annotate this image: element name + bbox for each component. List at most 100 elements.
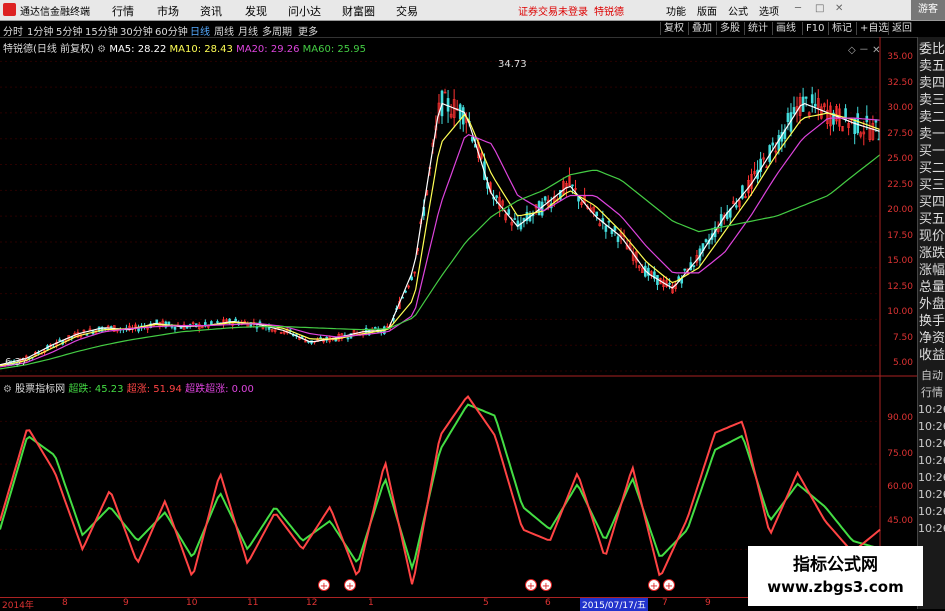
candle-body	[683, 268, 687, 271]
buy-signal-icon: +	[527, 581, 535, 592]
candle-body	[58, 339, 61, 342]
candle-body	[346, 337, 350, 340]
multi-stock-button[interactable]: 多股	[716, 22, 743, 35]
tab-period-daily[interactable]: 日线	[190, 23, 210, 38]
side-panel-item: 委比	[918, 42, 945, 57]
buy-signal-icon: +	[542, 581, 550, 592]
candle-body	[513, 218, 517, 220]
candle-body	[786, 113, 790, 122]
tab-period-more[interactable]: 更多	[298, 23, 318, 38]
candle-body	[735, 205, 738, 208]
date-tick: 11	[247, 598, 259, 608]
app-logo-icon	[3, 3, 16, 16]
candle-body	[616, 236, 620, 242]
menu-market[interactable]: 市场	[157, 3, 179, 19]
add-watchlist-button[interactable]: +自选	[856, 22, 891, 35]
candle-body	[571, 184, 574, 187]
menu-layout[interactable]: 版面	[697, 3, 717, 18]
menu-trade[interactable]: 交易	[396, 3, 418, 19]
date-tick: 12	[306, 598, 318, 608]
tab-period-weekly[interactable]: 周线	[214, 23, 234, 38]
candle-body	[137, 328, 140, 332]
current-stock: 特锐德	[594, 7, 624, 18]
price-tick: 10.00	[887, 307, 913, 317]
osc-tick: 90.00	[887, 413, 913, 423]
menu-assistant[interactable]: 问小达	[288, 3, 321, 19]
side-panel-item: 换手	[918, 314, 945, 329]
candle-body	[777, 134, 781, 151]
side-panel-item: 外盘	[918, 297, 945, 312]
candle-body	[167, 321, 171, 325]
side-panel-item: 买五	[918, 212, 945, 227]
minimize-icon[interactable]: ─	[795, 3, 801, 14]
side-panel-item: 卖一	[918, 127, 945, 142]
side-panel-item: 涨幅	[918, 263, 945, 278]
osc-tick: 75.00	[887, 449, 913, 459]
candle-body	[155, 319, 159, 324]
menu-formula[interactable]: 公式	[728, 3, 748, 18]
chart-area[interactable]: + + + + + +	[0, 37, 917, 609]
candle-body	[204, 322, 207, 326]
menu-discover[interactable]: 发现	[245, 3, 267, 19]
login-notice[interactable]: 证券交易未登录	[518, 3, 588, 18]
cursor-date-label: 2015/07/17/五	[580, 598, 648, 611]
price-tick: 32.50	[887, 78, 913, 88]
low-price-label: 6.37	[5, 357, 28, 368]
tab-period-5min[interactable]: 5分钟	[56, 23, 82, 38]
menu-options[interactable]: 选项	[759, 3, 779, 18]
candle-body	[804, 96, 808, 99]
tab-period-60min[interactable]: 60分钟	[155, 23, 188, 38]
price-tick: 15.00	[887, 256, 913, 266]
side-panel-item: 行情	[921, 386, 943, 399]
candle-body	[458, 104, 462, 120]
price-tick: 35.00	[887, 52, 913, 62]
tab-period-multi[interactable]: 多周期	[262, 23, 292, 38]
side-panel-item[interactable]: 自动	[918, 369, 945, 383]
side-panel-item: 10:26	[918, 454, 945, 467]
stats-button[interactable]: 统计	[744, 22, 771, 35]
tab-period-30min[interactable]: 30分钟	[120, 23, 153, 38]
price-tick: 17.50	[887, 231, 913, 241]
candle-body	[771, 142, 775, 146]
candle-body	[85, 334, 89, 336]
menu-wealth[interactable]: 财富圈	[342, 3, 375, 19]
candle-body	[373, 327, 377, 329]
restore-icon[interactable]: □	[815, 3, 824, 14]
candle-body	[471, 136, 474, 142]
candle-body	[810, 94, 814, 104]
candle-body	[109, 326, 113, 328]
f10-button[interactable]: F10	[802, 22, 827, 35]
tab-period-intraday[interactable]: 分时	[3, 23, 23, 38]
mark-button[interactable]: 标记	[828, 22, 855, 35]
candle-body	[813, 103, 817, 107]
candle-body	[210, 321, 213, 325]
price-tick: 5.00	[892, 358, 913, 368]
side-panel-item: 10:26	[918, 471, 945, 484]
candle-body	[540, 201, 544, 216]
candle-body	[495, 195, 498, 198]
candle-body	[792, 107, 796, 114]
candle-body	[692, 265, 696, 267]
adjust-button[interactable]: 复权	[660, 22, 687, 35]
menu-function[interactable]: 功能	[666, 3, 686, 18]
candle-body	[258, 321, 262, 324]
close-icon[interactable]: ✕	[835, 3, 843, 14]
tab-period-1min[interactable]: 1分钟	[27, 23, 53, 38]
side-panel-item: 买三	[918, 178, 945, 193]
draw-button[interactable]: 画线	[772, 22, 799, 35]
menu-news[interactable]: 资讯	[200, 3, 222, 19]
guest-button[interactable]: 游客	[911, 0, 945, 20]
side-panel-item: 卖三	[918, 93, 945, 108]
tab-period-monthly[interactable]: 月线	[238, 23, 258, 38]
buy-signal-icon: +	[320, 581, 328, 592]
menu-quotes[interactable]: 行情	[112, 3, 134, 19]
back-button[interactable]: 返回	[888, 22, 915, 35]
candle-body	[216, 321, 219, 323]
date-tick: 2014年	[2, 601, 34, 611]
date-tick: 9	[705, 598, 711, 608]
tab-period-15min[interactable]: 15分钟	[85, 23, 118, 38]
quote-side-panel: 委比 卖五 卖四 卖三 卖二 卖一 买一 买二 买三 买四 买五 现价 涨跌 涨幅 总量 外盘 换手 净资 收益 自动…	[917, 37, 945, 609]
overlay-button[interactable]: 叠加	[688, 22, 715, 35]
side-panel-item: 10:26	[918, 505, 945, 518]
side-panel-item: 10:26	[918, 403, 945, 416]
